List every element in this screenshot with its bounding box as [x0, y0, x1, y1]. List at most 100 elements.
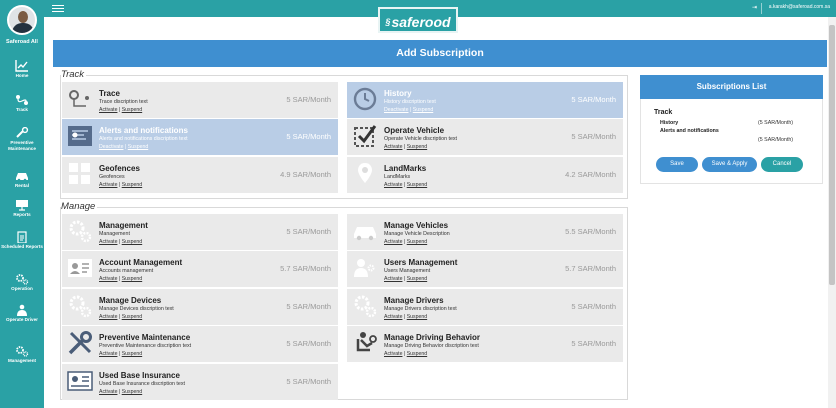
wrench-icon — [16, 127, 29, 138]
card-history[interactable]: History History discription text Deactiv… — [347, 82, 623, 118]
card-name: History — [384, 89, 412, 98]
menu-icon[interactable] — [52, 5, 64, 12]
card-management[interactable]: Management Management Activate | Suspend… — [62, 214, 338, 250]
id-card-icon — [68, 259, 92, 277]
suspend-link[interactable]: Suspend — [407, 276, 427, 282]
card-name: Operate Vehicle — [384, 126, 445, 135]
card-preventive-maintenance[interactable]: Preventive Maintenance Preventive Mainte… — [62, 326, 338, 362]
activate-link[interactable]: Activate — [384, 182, 402, 188]
page-scrollbar[interactable] — [828, 17, 836, 408]
sidebar: Saferoad All Home Track Preventive Maint… — [0, 0, 44, 408]
activate-link[interactable]: Activate — [384, 276, 402, 282]
sidebar-item-home[interactable]: Home — [0, 60, 44, 79]
route-icon — [16, 95, 28, 105]
suspend-link[interactable]: Suspend — [122, 239, 142, 245]
sidebar-item-rental[interactable]: Rental — [0, 170, 44, 189]
users-icon — [354, 259, 375, 277]
card-manage-devices[interactable]: Manage Devices Manage Devices discriptio… — [62, 289, 338, 325]
activate-link[interactable]: Activate — [384, 239, 402, 245]
activate-link[interactable]: Activate — [384, 351, 402, 357]
cancel-button[interactable]: Cancel — [761, 157, 803, 172]
sidebar-item-label: Operate Driver — [6, 317, 38, 322]
card-description: Manage Drivers discription text — [384, 306, 457, 312]
sidebar-item-reports[interactable]: Reports — [0, 199, 44, 218]
suspend-link[interactable]: Suspend — [128, 144, 148, 150]
card-links: Activate | Suspend — [384, 182, 428, 188]
activate-link[interactable]: Activate — [99, 107, 117, 113]
suspend-link[interactable]: Suspend — [122, 389, 142, 395]
card-users-management[interactable]: Users Management Users Management Activa… — [347, 251, 623, 287]
sidebar-item-management[interactable]: Management — [0, 345, 44, 364]
activate-link[interactable]: Activate — [384, 314, 402, 320]
card-trace[interactable]: Trace Trace discription text Activate | … — [62, 82, 338, 118]
save-and-apply-button[interactable]: Save & Apply — [702, 157, 757, 172]
card-used-base-insurance[interactable]: Used Base Insurance Used Base Insurance … — [62, 364, 338, 400]
card-price: 5 SAR/Month — [286, 302, 331, 311]
card-description: Used Base Insurance discription text — [99, 381, 185, 387]
user-email[interactable]: a.karakh@saferoad.com.sa — [769, 4, 830, 10]
avatar[interactable] — [7, 5, 37, 35]
deactivate-link[interactable]: Deactivate — [99, 144, 124, 150]
suspend-link[interactable]: Suspend — [122, 314, 142, 320]
card-alerts-and-notifications[interactable]: Alerts and notifications Alerts and noti… — [62, 119, 338, 155]
activate-link[interactable]: Activate — [99, 351, 117, 357]
activate-link[interactable]: Activate — [99, 239, 117, 245]
sidebar-item-label: Reports — [13, 212, 31, 217]
sidebar-item-label: Operation — [11, 286, 33, 291]
sidebar-item-label: Track — [15, 107, 28, 112]
sidebar-item-scheduled-reports[interactable]: Scheduled Reports — [0, 231, 44, 250]
alert-icon — [68, 126, 92, 146]
deactivate-link[interactable]: Deactivate — [384, 107, 409, 113]
card-links: Activate | Suspend — [99, 389, 143, 395]
suspend-link[interactable]: Suspend — [407, 314, 427, 320]
activate-link[interactable]: Activate — [99, 182, 117, 188]
card-links: Activate | Suspend — [99, 351, 143, 357]
card-description: Operate Vehicle discription text — [384, 136, 458, 142]
suspend-link[interactable]: Suspend — [122, 182, 142, 188]
suspend-link[interactable]: Suspend — [122, 276, 142, 282]
suspend-link[interactable]: Suspend — [407, 144, 427, 150]
card-links: Activate | Suspend — [384, 144, 428, 150]
suspend-link[interactable]: Suspend — [413, 107, 433, 113]
history-clock-icon — [353, 87, 377, 111]
card-manage-drivers[interactable]: Manage Drivers Manage Drivers discriptio… — [347, 289, 623, 325]
scrollbar-thumb[interactable] — [829, 25, 835, 285]
screen-icon — [16, 200, 28, 211]
saferoad-logo: §saferood — [378, 7, 458, 33]
suspend-link[interactable]: Suspend — [122, 351, 142, 357]
track-section-title: Track — [61, 69, 87, 80]
sidebar-item-track[interactable]: Track — [0, 94, 44, 113]
suspend-link[interactable]: Suspend — [407, 351, 427, 357]
card-name: Trace — [99, 89, 120, 98]
top-separator — [761, 3, 762, 14]
save-button[interactable]: Save — [656, 157, 698, 172]
card-operate-vehicle[interactable]: Operate Vehicle Operate Vehicle discript… — [347, 119, 623, 155]
checkbox-icon — [354, 125, 377, 147]
card-account-management[interactable]: Account Management Accounts management A… — [62, 251, 338, 287]
insurance-card-icon — [67, 371, 93, 391]
card-landmarks[interactable]: LandMarks LandMarks Activate | Suspend 4… — [347, 157, 623, 193]
suspend-link[interactable]: Suspend — [122, 107, 142, 113]
sidebar-item-preventive-maintenance[interactable]: Preventive Maintenance — [0, 127, 44, 152]
map-pin-icon — [358, 163, 372, 183]
card-name: Geofences — [99, 164, 140, 173]
card-manage-vehicles[interactable]: Manage Vehicles Manage Vehicle Descripti… — [347, 214, 623, 250]
card-name: Account Management — [99, 258, 183, 267]
card-links: Deactivate | Suspend — [99, 144, 149, 150]
activate-link[interactable]: Activate — [99, 276, 117, 282]
card-manage-driving-behavior[interactable]: Manage Driving Behavior Manage Driving B… — [347, 326, 623, 362]
sidebar-item-operation[interactable]: Operation — [0, 273, 44, 292]
sidebar-item-operate-driver[interactable]: Operate Driver — [0, 304, 44, 323]
activate-link[interactable]: Activate — [384, 144, 402, 150]
sidebar-item-label: Rental — [14, 183, 30, 188]
activate-link[interactable]: Activate — [99, 389, 117, 395]
card-name: Alerts and notifications — [99, 126, 188, 135]
card-geofences[interactable]: Geofences Geofences Activate | Suspend 4… — [62, 157, 338, 193]
card-links: Activate | Suspend — [99, 182, 143, 188]
user-icon[interactable]: ⇥ — [752, 4, 757, 11]
activate-link[interactable]: Activate — [99, 314, 117, 320]
card-price: 5 SAR/Month — [286, 339, 331, 348]
card-description: Users Management — [384, 268, 431, 274]
suspend-link[interactable]: Suspend — [407, 182, 427, 188]
suspend-link[interactable]: Suspend — [407, 239, 427, 245]
